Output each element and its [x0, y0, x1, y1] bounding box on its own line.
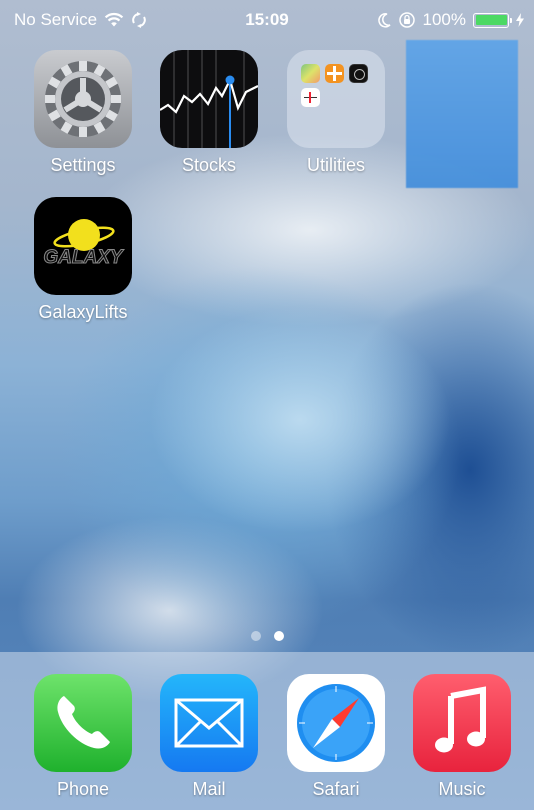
app-mail[interactable]: Mail — [154, 674, 264, 800]
app-label: Phone — [56, 779, 110, 799]
battery-level — [475, 15, 507, 25]
app-music[interactable]: Music — [407, 674, 517, 800]
music-note-icon — [413, 674, 511, 772]
stock-chart-icon — [160, 50, 258, 148]
gear-icon — [34, 50, 132, 148]
app-label: Mail — [192, 779, 226, 799]
folder-utilities[interactable]: Utilities — [281, 50, 391, 176]
status-bar: No Service 15:09 100% — [0, 0, 534, 40]
battery-icon — [473, 12, 512, 28]
page-indicator[interactable] — [0, 631, 534, 641]
compass-icon — [287, 674, 385, 772]
app-galaxylifts[interactable]: GALAXY GalaxyLifts — [28, 197, 138, 323]
page-dot-current — [273, 631, 284, 641]
app-label: GalaxyLifts — [38, 302, 128, 322]
orientation-lock-icon — [398, 12, 415, 28]
app-settings[interactable]: Settings — [28, 50, 138, 176]
app-label: Music — [438, 779, 486, 799]
app-safari[interactable]: Safari — [281, 674, 391, 800]
app-label: Utilities — [306, 155, 365, 175]
charging-bolt-icon — [516, 13, 524, 27]
blurred-app-icon[interactable] — [406, 40, 518, 188]
app-label: Settings — [50, 155, 116, 175]
page-dot — [250, 631, 261, 641]
app-phone[interactable]: Phone — [28, 674, 138, 800]
home-screen: No Service 15:09 100% Settings Stocks Ut… — [0, 0, 534, 810]
phone-icon — [34, 674, 132, 772]
dock: Phone Mail Safari Music — [0, 652, 534, 810]
app-stocks[interactable]: Stocks — [154, 50, 264, 176]
app-label: Safari — [312, 779, 360, 799]
svg-text:GALAXY: GALAXY — [43, 247, 125, 268]
envelope-icon — [160, 674, 258, 772]
moon-icon — [377, 13, 391, 28]
folder-icon — [287, 50, 385, 148]
galaxy-logo-icon: GALAXY — [34, 197, 132, 295]
battery-percent: 100% — [422, 10, 466, 29]
app-label: Stocks — [181, 155, 237, 175]
